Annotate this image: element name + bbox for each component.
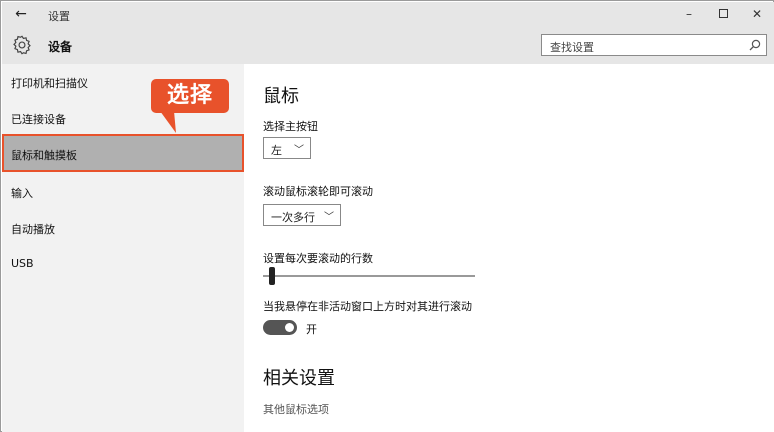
toggle-knob (285, 323, 294, 332)
sidebar-item-label: 已连接设备 (11, 113, 66, 126)
sidebar-item-autoplay[interactable]: 自动播放 (2, 212, 244, 242)
page-title: 设备 (48, 40, 73, 54)
gear-icon (13, 35, 31, 55)
sidebar-item-typing[interactable]: 输入 (2, 176, 244, 206)
minimize-button[interactable]: – (679, 5, 699, 23)
wheel-scroll-select[interactable]: 一次多行 ﹀ (263, 204, 341, 226)
maximize-button[interactable] (713, 5, 733, 23)
chevron-down-icon: ﹀ (294, 145, 304, 156)
primary-button-value: 左 (271, 144, 282, 157)
main-content: 鼠标 选择主按钮 左 ﹀ 滚动鼠标滚轮即可滚动 一次多行 ﹀ 设置每次要滚动的行… (244, 64, 774, 432)
toggle-state-label: 开 (306, 323, 317, 336)
wheel-scroll-value: 一次多行 (271, 211, 315, 224)
sidebar-item-mouse-touchpad[interactable]: 鼠标和触摸板 (2, 134, 244, 172)
other-mouse-options-link[interactable]: 其他鼠标选项 (263, 401, 329, 417)
lines-slider-track[interactable] (263, 275, 475, 277)
lines-slider-thumb[interactable] (269, 267, 276, 285)
sidebar-item-label: USB (11, 257, 34, 270)
title-bar: ← 设置 – ✕ (2, 2, 774, 28)
sidebar-item-label: 输入 (11, 187, 33, 200)
sidebar: 打印机和扫描仪 已连接设备 鼠标和触摸板 输入 自动播放 USB (2, 64, 244, 432)
search-placeholder: 查找设置 (550, 41, 594, 54)
maximize-icon (718, 9, 728, 18)
related-settings-title: 相关设置 (263, 368, 335, 389)
select-callout: 选择 (151, 79, 229, 113)
inactive-scroll-toggle[interactable] (263, 320, 297, 335)
sidebar-item-label: 自动播放 (11, 223, 55, 236)
search-icon[interactable] (748, 38, 762, 52)
lines-to-scroll-label: 设置每次要滚动的行数 (263, 252, 373, 265)
sidebar-item-label: 鼠标和触摸板 (11, 149, 77, 162)
window-title: 设置 (48, 10, 70, 23)
page-header: 设备 查找设置 (2, 28, 774, 64)
search-input[interactable]: 查找设置 (541, 34, 767, 56)
sidebar-item-label: 打印机和扫描仪 (11, 77, 88, 90)
sidebar-item-usb[interactable]: USB (2, 248, 244, 278)
back-arrow-icon[interactable]: ← (12, 5, 30, 23)
primary-button-label: 选择主按钮 (263, 120, 318, 133)
wheel-scroll-label: 滚动鼠标滚轮即可滚动 (263, 185, 373, 198)
chevron-down-icon: ﹀ (324, 212, 334, 223)
inactive-scroll-label: 当我悬停在非活动窗口上方时对其进行滚动 (263, 300, 472, 313)
close-button[interactable]: ✕ (747, 5, 767, 23)
primary-button-select[interactable]: 左 ﹀ (263, 137, 311, 159)
settings-window: ← 设置 – ✕ 设备 查找设置 打印机和扫描仪 已连接设备 鼠标和触摸板 输入… (0, 0, 774, 432)
section-title: 鼠标 (263, 86, 299, 107)
